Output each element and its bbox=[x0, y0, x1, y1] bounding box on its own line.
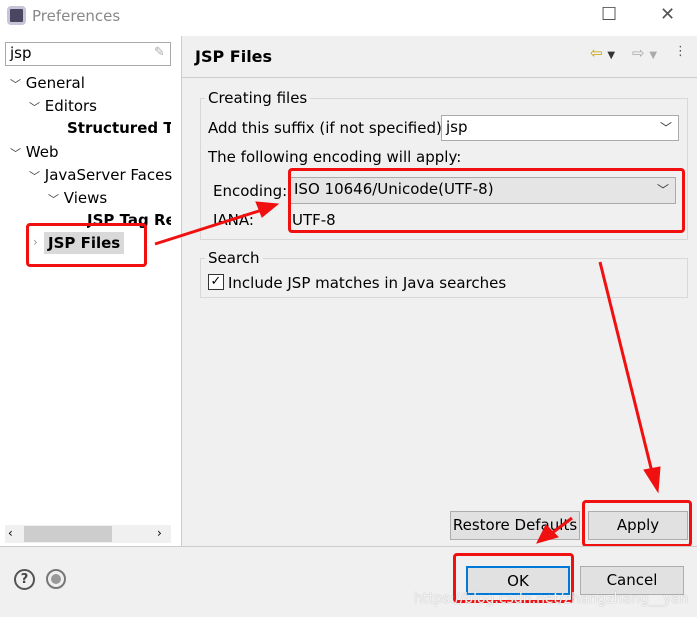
annotation-arrows bbox=[154, 201, 661, 544]
arrow-line bbox=[154, 208, 263, 246]
arrow-line bbox=[551, 516, 573, 535]
arrow-head bbox=[643, 466, 661, 494]
arrow-line bbox=[598, 261, 654, 473]
arrow-head bbox=[536, 524, 559, 544]
arrow-head bbox=[255, 201, 280, 218]
